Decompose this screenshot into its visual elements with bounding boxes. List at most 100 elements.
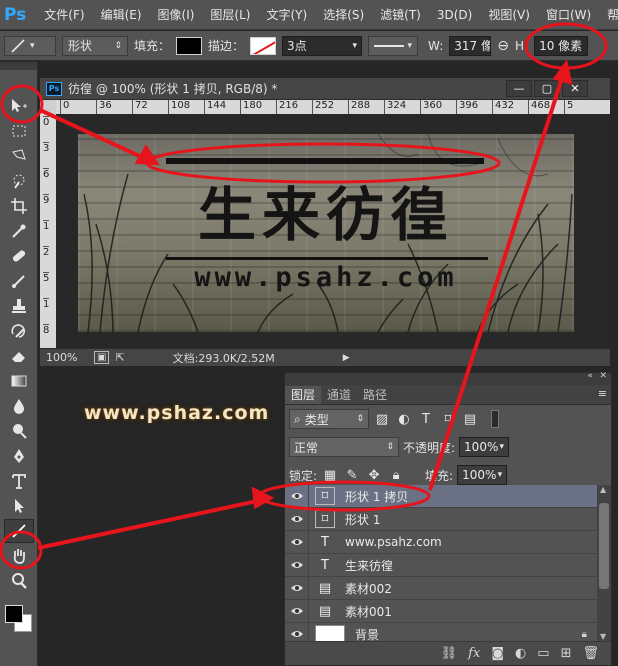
group-icon[interactable]: ▭	[537, 646, 549, 661]
toolbar-grip[interactable]	[0, 62, 37, 70]
tool-preset-picker[interactable]: ▾	[4, 35, 56, 56]
visibility-eye-icon[interactable]	[285, 599, 309, 623]
menu-help[interactable]: 帮助	[599, 6, 618, 23]
move-tool[interactable]	[4, 94, 34, 118]
tab-layers[interactable]: 图层	[285, 386, 322, 404]
stroke-color-swatch[interactable]	[250, 36, 277, 55]
lasso-tool[interactable]	[4, 144, 34, 168]
panel-menu-icon[interactable]: ≡	[598, 387, 607, 400]
dodge-tool[interactable]	[4, 419, 34, 443]
layer-row[interactable]: ⌑ 形状 1	[285, 507, 597, 531]
type-tool[interactable]	[4, 469, 34, 493]
minimize-button[interactable]: —	[506, 80, 532, 97]
tool-mode-select[interactable]: 形状 ⇕	[62, 35, 128, 56]
height-field[interactable]: 10 像素	[534, 35, 589, 56]
layer-row[interactable]: ⌑ 形状 1 拷贝	[285, 485, 597, 508]
artwork-url-text[interactable]: www.psahz.com	[78, 262, 574, 293]
lock-pixels-icon[interactable]: ✎	[343, 466, 361, 484]
document-tab[interactable]: Ps 彷徨 @ 100% (形状 1 拷贝, RGB/8) * — ▢ ✕	[40, 78, 610, 100]
color-swatches[interactable]	[0, 599, 37, 632]
scroll-thumb[interactable]	[599, 503, 609, 589]
line-tool[interactable]	[4, 519, 34, 543]
layer-row[interactable]: Twww.psahz.com	[285, 530, 597, 554]
maximize-button[interactable]: ▢	[534, 80, 560, 97]
new-layer-icon[interactable]: ⊞	[561, 646, 572, 661]
quick-select-tool[interactable]	[4, 169, 34, 193]
stroke-width-field[interactable]: 3点 ▾	[282, 35, 363, 56]
scroll-up-arrow-icon[interactable]: ▲	[600, 485, 606, 494]
share-icon[interactable]: ⇱	[115, 351, 124, 364]
status-toggle-icon[interactable]: ▣	[94, 351, 110, 364]
mask-icon[interactable]: ◙	[491, 646, 504, 661]
link-icon[interactable]: ⛓	[441, 646, 458, 661]
lock-transparent-icon[interactable]: ▦	[321, 466, 339, 484]
layer-row[interactable]: ▤ 素材002	[285, 576, 597, 600]
filter-shape-icon[interactable]: ⌑	[439, 410, 457, 428]
path-selection-tool[interactable]	[4, 494, 34, 518]
blur-tool[interactable]	[4, 394, 34, 418]
menu-edit[interactable]: 编辑(E)	[93, 6, 150, 23]
artwork-title-text[interactable]: 生来彷徨	[78, 168, 574, 252]
menu-image[interactable]: 图像(I)	[150, 6, 203, 23]
filter-pixel-icon[interactable]: ▨	[373, 410, 391, 428]
visibility-eye-icon[interactable]	[285, 530, 309, 554]
panel-dock-header[interactable]: « ✕	[285, 371, 611, 385]
healing-brush-tool[interactable]	[4, 244, 34, 268]
link-dimensions-icon[interactable]: ⊖	[497, 38, 509, 54]
lock-position-icon[interactable]: ✥	[365, 466, 383, 484]
menu-view[interactable]: 视图(V)	[480, 6, 538, 23]
opacity-field[interactable]: 100% ▾	[459, 437, 510, 457]
eyedropper-tool[interactable]	[4, 219, 34, 243]
menu-type[interactable]: 文字(Y)	[258, 6, 315, 23]
marquee-tool[interactable]	[4, 119, 34, 143]
blend-mode-select[interactable]: 正常 ⇕	[289, 437, 399, 457]
menu-select[interactable]: 选择(S)	[315, 6, 372, 23]
layer-row[interactable]: T 生来彷徨	[285, 553, 597, 577]
layer-filter-select[interactable]: ⌕ 类型 ⇕	[289, 409, 369, 429]
scroll-down-arrow-icon[interactable]: ▼	[600, 632, 606, 641]
visibility-eye-icon[interactable]	[285, 507, 309, 531]
history-brush-tool[interactable]	[4, 319, 34, 343]
collapse-icon[interactable]: «	[587, 371, 593, 381]
width-field[interactable]: 317 像	[449, 35, 492, 56]
artwork-image[interactable]: 生来彷徨 www.psahz.com	[78, 134, 574, 332]
filter-toggle[interactable]	[491, 410, 499, 428]
tab-paths[interactable]: 路径	[357, 386, 393, 404]
zoom-tool[interactable]	[4, 569, 34, 593]
eraser-tool[interactable]	[4, 344, 34, 368]
stroke-type-select[interactable]: ▾	[368, 35, 419, 56]
tab-channels[interactable]: 通道	[321, 386, 357, 404]
adjustment-icon[interactable]: ◐	[515, 646, 526, 661]
ruler-origin[interactable]	[40, 100, 56, 114]
menu-file[interactable]: 文件(F)	[36, 6, 92, 23]
menu-layer[interactable]: 图层(L)	[202, 6, 258, 23]
filter-type-icon[interactable]: T	[417, 410, 435, 428]
gradient-tool[interactable]	[4, 369, 34, 393]
menu-window[interactable]: 窗口(W)	[538, 6, 599, 23]
visibility-eye-icon[interactable]	[285, 576, 309, 600]
fx-icon[interactable]: fx	[468, 646, 480, 661]
fill-opacity-field[interactable]: 100% ▾	[457, 465, 508, 485]
hand-tool[interactable]	[4, 544, 34, 568]
lock-all-icon[interactable]: 🔒︎	[387, 466, 405, 484]
layer-row[interactable]: ▤ 素材001	[285, 599, 597, 623]
foreground-color[interactable]	[5, 605, 23, 623]
horizontal-ruler[interactable]: 0 36 72 108 144 180 216 252 288 324 360 396 432 468 5	[56, 100, 610, 114]
trash-icon[interactable]: 🗑︎	[582, 646, 599, 661]
status-menu-arrow-icon[interactable]: ▶	[343, 353, 350, 363]
menu-3d[interactable]: 3D(D)	[429, 8, 480, 22]
brush-tool[interactable]	[4, 269, 34, 293]
clone-stamp-tool[interactable]	[4, 294, 34, 318]
layer-list-scrollbar[interactable]: ▲ ▼	[597, 485, 611, 641]
close-button[interactable]: ✕	[562, 80, 588, 97]
layer-row[interactable]: 背景 🔒︎	[285, 622, 597, 641]
vertical-ruler[interactable]: 036912518	[40, 114, 56, 348]
menu-filter[interactable]: 滤镜(T)	[372, 6, 429, 23]
visibility-eye-icon[interactable]	[285, 622, 309, 641]
fill-color-swatch[interactable]	[176, 36, 203, 55]
filter-adjustment-icon[interactable]: ◐	[395, 410, 413, 428]
pen-tool[interactable]	[4, 444, 34, 468]
canvas-area[interactable]: 生来彷徨 www.psahz.com	[56, 114, 610, 348]
crop-tool[interactable]	[4, 194, 34, 218]
close-panel-icon[interactable]: ✕	[599, 371, 607, 381]
